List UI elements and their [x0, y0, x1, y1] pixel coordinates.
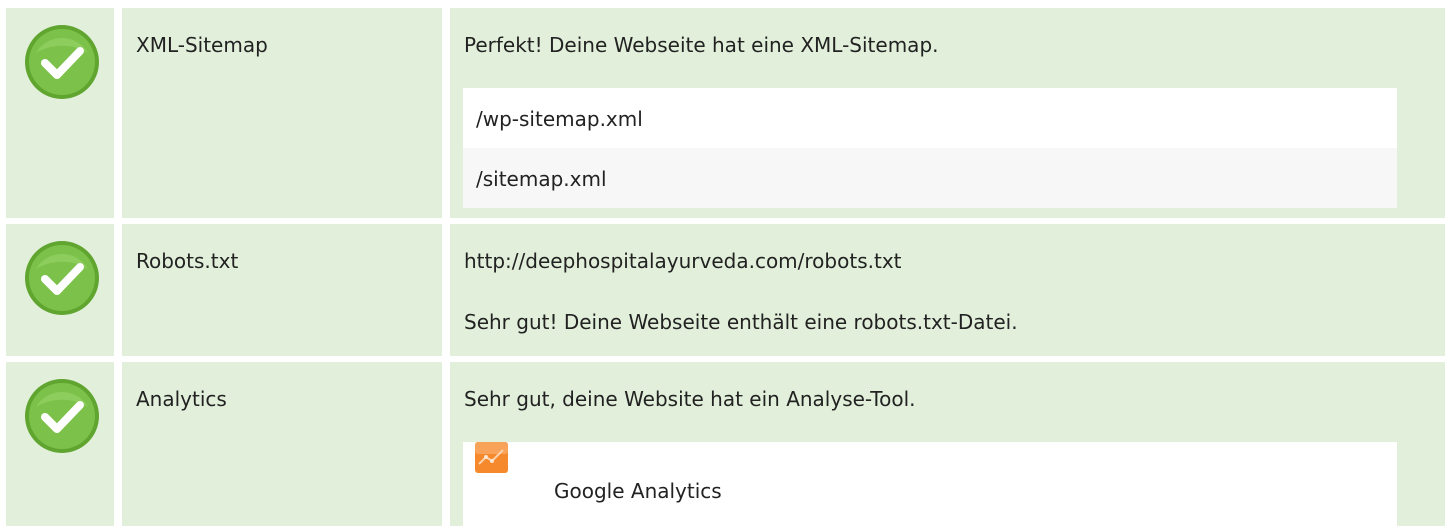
check-detail-cell: Sehr gut, deine Website hat ein Analyse-…	[450, 362, 1445, 526]
check-detail-cell: Perfekt! Deine Webseite hat eine XML-Sit…	[450, 8, 1445, 218]
check-row-robots-txt: Robots.txt http://deephospitalayurveda.c…	[0, 224, 1451, 356]
check-name-cell: Analytics	[122, 362, 442, 526]
analytics-tool-item: Google Analytics	[463, 442, 1397, 526]
check-name-cell: Robots.txt	[122, 224, 442, 356]
robots-url: http://deephospitalayurveda.com/robots.t…	[464, 249, 902, 273]
sitemap-path: /wp-sitemap.xml	[476, 107, 643, 131]
check-detail-cell: http://deephospitalayurveda.com/robots.t…	[450, 224, 1445, 356]
check-row-analytics: Analytics Sehr gut, deine Website hat ei…	[0, 362, 1451, 526]
status-cell	[6, 8, 114, 218]
check-name: Analytics	[136, 387, 227, 411]
check-circle-icon	[25, 241, 99, 315]
check-circle-icon	[25, 25, 99, 99]
sitemap-list-item: /wp-sitemap.xml	[463, 88, 1397, 148]
check-message: Sehr gut! Deine Webseite enthält eine ro…	[464, 310, 1018, 334]
check-name: Robots.txt	[136, 249, 239, 273]
seo-check-table: XML-Sitemap Perfekt! Deine Webseite hat …	[0, 0, 1451, 526]
google-analytics-icon	[475, 442, 508, 473]
sitemap-list-item: /sitemap.xml	[463, 148, 1397, 208]
check-row-xml-sitemap: XML-Sitemap Perfekt! Deine Webseite hat …	[0, 8, 1451, 218]
status-cell	[6, 224, 114, 356]
check-name-cell: XML-Sitemap	[122, 8, 442, 218]
analytics-tool-name: Google Analytics	[554, 479, 722, 503]
check-name: XML-Sitemap	[136, 33, 268, 57]
status-cell	[6, 362, 114, 526]
check-message: Sehr gut, deine Website hat ein Analyse-…	[464, 387, 916, 411]
check-circle-icon	[25, 379, 99, 453]
sitemap-path: /sitemap.xml	[476, 167, 607, 191]
check-message: Perfekt! Deine Webseite hat eine XML-Sit…	[464, 33, 939, 57]
